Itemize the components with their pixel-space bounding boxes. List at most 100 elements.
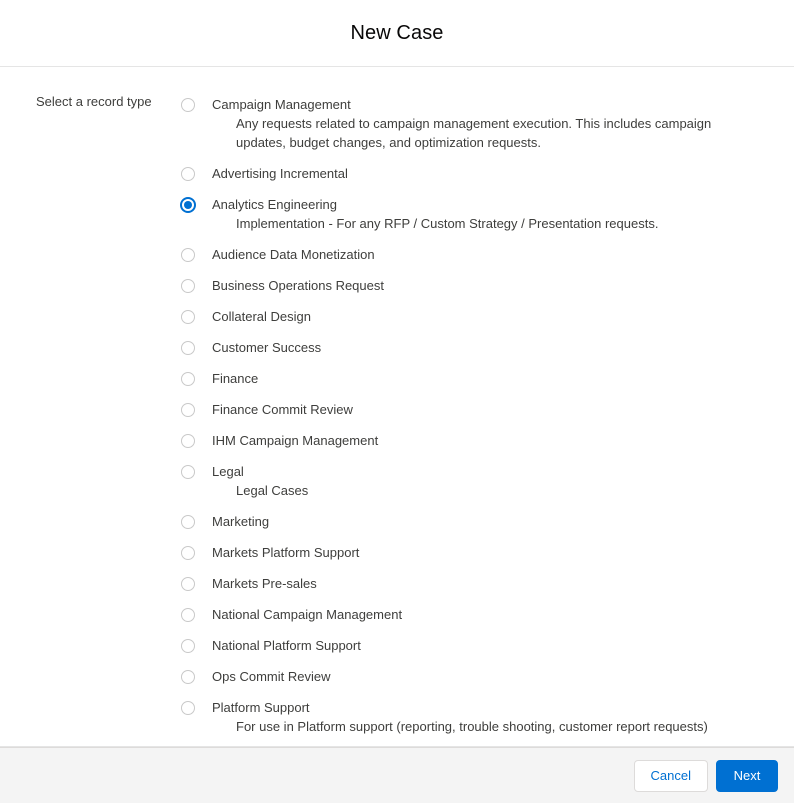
record-type-option[interactable]: Legal Legal Cases (160, 462, 794, 512)
record-type-option[interactable]: IHM Campaign Management (160, 431, 794, 462)
modal-footer: Cancel Next (0, 747, 794, 803)
record-type-label: IHM Campaign Management (212, 433, 379, 448)
radio-button[interactable] (160, 400, 212, 417)
radio-button[interactable] (160, 195, 212, 212)
record-type-label: Marketing (212, 514, 270, 529)
record-type-label: Ops Commit Review (212, 669, 331, 684)
record-type-description: Legal Cases (236, 483, 309, 498)
radio-button[interactable] (160, 462, 212, 479)
next-button[interactable]: Next (716, 759, 778, 792)
radio-button[interactable] (160, 307, 212, 324)
record-type-text: Advertising Incremental (212, 164, 794, 183)
record-type-description: Any requests related to campaign managem… (236, 116, 712, 150)
record-type-option[interactable]: Collateral Design (160, 307, 794, 338)
radio-button[interactable] (160, 338, 212, 355)
record-type-option[interactable]: National Campaign Management (160, 605, 794, 636)
scroll-edge-divider (0, 746, 794, 747)
record-type-text: Collateral Design (212, 307, 794, 326)
record-type-text: Finance (212, 369, 794, 388)
radio-button[interactable] (160, 95, 212, 112)
record-type-text: Campaign Management Any requests related … (212, 95, 794, 152)
modal-body[interactable]: Select a record type Campaign Management… (0, 67, 794, 747)
radio-unselected-icon (181, 639, 195, 653)
record-type-label: Campaign Management (212, 97, 351, 112)
record-type-label: Finance (212, 371, 259, 386)
radio-unselected-icon (181, 167, 195, 181)
cancel-button[interactable]: Cancel (633, 759, 708, 792)
record-type-text: Business Operations Request (212, 276, 794, 295)
record-type-text: IHM Campaign Management (212, 431, 794, 450)
radio-button[interactable] (160, 574, 212, 591)
radio-unselected-icon (181, 279, 195, 293)
radio-button[interactable] (160, 164, 212, 181)
radio-unselected-icon (181, 577, 195, 591)
record-type-label: Customer Success (212, 340, 322, 355)
radio-unselected-icon (181, 310, 195, 324)
record-type-text: Platform Support For use in Platform supp… (212, 698, 794, 736)
record-type-label: Business Operations Request (212, 278, 384, 293)
modal-header: New Case (0, 0, 794, 67)
record-type-text: National Platform Support (212, 636, 794, 655)
record-type-option[interactable]: Business Operations Request (160, 276, 794, 307)
record-type-text: Legal Legal Cases (212, 462, 794, 500)
record-type-option[interactable]: Ops Commit Review (160, 667, 794, 698)
radio-unselected-icon (181, 701, 195, 715)
record-type-option[interactable]: Markets Platform Support (160, 543, 794, 574)
radio-unselected-icon (181, 98, 195, 112)
record-type-label: Collateral Design (212, 309, 311, 324)
record-type-description: Implementation - For any RFP / Custom St… (236, 216, 659, 231)
record-type-label: Finance Commit Review (212, 402, 353, 417)
record-type-text: Markets Platform Support (212, 543, 794, 562)
record-type-label: National Campaign Management (212, 607, 403, 622)
radio-button[interactable] (160, 369, 212, 386)
record-type-radio-group[interactable]: Campaign Management Any requests related … (160, 91, 794, 747)
radio-button[interactable] (160, 431, 212, 448)
radio-button[interactable] (160, 245, 212, 262)
radio-button[interactable] (160, 636, 212, 653)
radio-button[interactable] (160, 276, 212, 293)
radio-unselected-icon (181, 608, 195, 622)
record-type-label: Advertising Incremental (212, 166, 348, 181)
record-type-option[interactable]: Finance Commit Review (160, 400, 794, 431)
radio-unselected-icon (181, 248, 195, 262)
record-type-text: Customer Success (212, 338, 794, 357)
radio-button[interactable] (160, 667, 212, 684)
record-type-legend: Select a record type (36, 94, 152, 109)
radio-unselected-icon (181, 515, 195, 529)
radio-unselected-icon (181, 434, 195, 448)
record-type-label: Analytics Engineering (212, 197, 338, 212)
record-type-text: Markets Pre-sales (212, 574, 794, 593)
record-type-description: For use in Platform support (reporting, … (236, 719, 708, 734)
record-type-text: Analytics Engineering Implementation - Fo… (212, 195, 794, 233)
record-type-label: Audience Data Monetization (212, 247, 375, 262)
record-type-label: National Platform Support (212, 638, 361, 653)
record-type-text: National Campaign Management (212, 605, 794, 624)
radio-button[interactable] (160, 512, 212, 529)
record-type-text: Audience Data Monetization (212, 245, 794, 264)
record-type-option[interactable]: Advertising Incremental (160, 164, 794, 195)
radio-unselected-icon (181, 403, 195, 417)
record-type-text: Marketing (212, 512, 794, 531)
new-case-modal: New Case Select a record type Campaign M… (0, 0, 794, 803)
radio-unselected-icon (181, 546, 195, 560)
record-type-option[interactable]: National Platform Support (160, 636, 794, 667)
record-type-label: Markets Platform Support (212, 545, 360, 560)
record-type-option[interactable]: Finance (160, 369, 794, 400)
record-type-option[interactable]: Audience Data Monetization (160, 245, 794, 276)
page-title: New Case (350, 22, 444, 44)
record-type-label: Markets Pre-sales (212, 576, 317, 591)
record-type-fieldset: Select a record type Campaign Management… (0, 91, 794, 747)
radio-button[interactable] (160, 698, 212, 715)
record-type-option[interactable]: Marketing (160, 512, 794, 543)
radio-unselected-icon (181, 670, 195, 684)
record-type-option[interactable]: Markets Pre-sales (160, 574, 794, 605)
record-type-option[interactable]: Customer Success (160, 338, 794, 369)
record-type-option[interactable]: Campaign Management Any requests related … (160, 95, 794, 164)
record-type-text: Finance Commit Review (212, 400, 794, 419)
record-type-option[interactable]: Analytics Engineering Implementation - Fo… (160, 195, 794, 245)
record-type-option[interactable]: Platform Support For use in Platform supp… (160, 698, 794, 747)
record-type-label: Platform Support (212, 700, 310, 715)
radio-button[interactable] (160, 543, 212, 560)
record-type-label: Legal (212, 464, 244, 479)
radio-button[interactable] (160, 605, 212, 622)
